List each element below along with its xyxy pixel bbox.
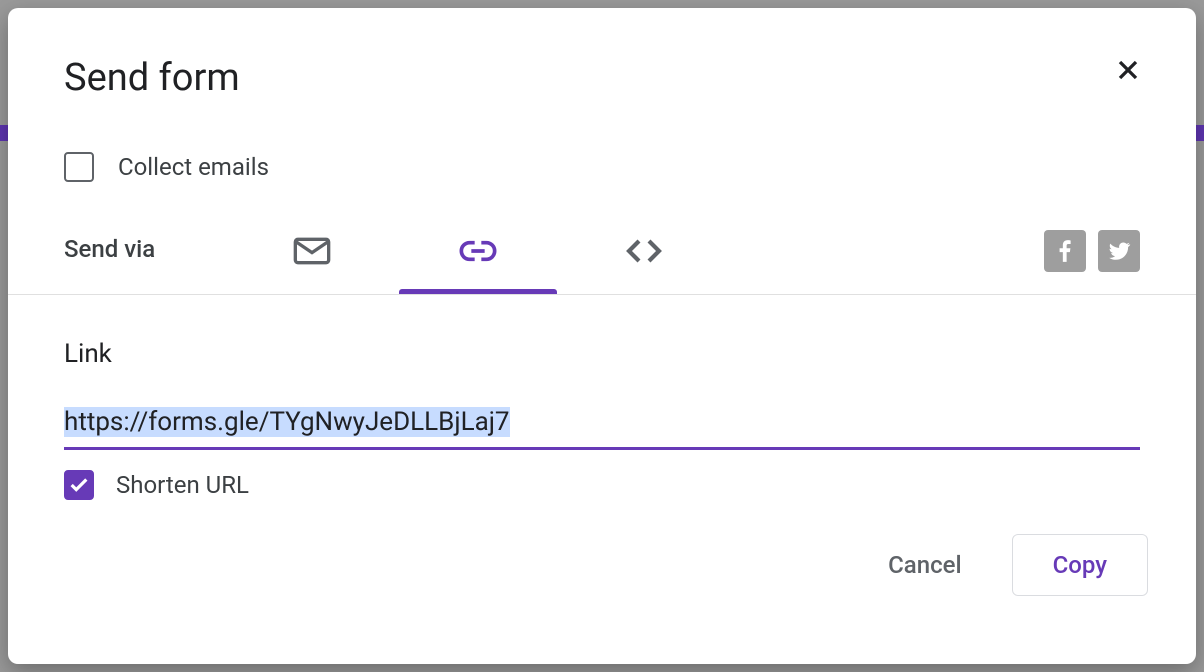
collect-emails-checkbox[interactable]: [64, 152, 94, 182]
shorten-url-label: Shorten URL: [116, 471, 249, 499]
cancel-button[interactable]: Cancel: [872, 539, 977, 591]
twitter-icon: [1106, 238, 1132, 264]
facebook-icon: [1052, 238, 1078, 264]
dialog-footer: Cancel Copy: [8, 500, 1196, 630]
send-via-tabs: [229, 231, 727, 293]
checkmark-icon: [68, 474, 90, 496]
dialog-header: Send form: [8, 8, 1196, 100]
tab-link[interactable]: [395, 231, 561, 293]
link-icon: [458, 231, 498, 271]
code-icon: [624, 231, 664, 271]
shorten-url-checkbox[interactable]: [64, 470, 94, 500]
tab-embed[interactable]: [561, 231, 727, 293]
email-icon: [292, 231, 332, 271]
shorten-url-row: Shorten URL: [64, 470, 1140, 500]
twitter-share-button[interactable]: [1098, 230, 1140, 272]
send-via-row: Send via: [8, 182, 1196, 295]
copy-button[interactable]: Copy: [1012, 534, 1148, 596]
collect-emails-row: Collect emails: [8, 100, 1196, 182]
close-icon: [1112, 54, 1144, 86]
url-input[interactable]: https://forms.gle/TYgNwyJeDLLBjLaj7: [64, 407, 1140, 450]
tab-email[interactable]: [229, 231, 395, 293]
link-heading: Link: [64, 339, 1140, 369]
social-share: [1044, 230, 1140, 294]
send-via-label: Send via: [64, 235, 229, 289]
collect-emails-label: Collect emails: [118, 153, 269, 181]
send-form-dialog: Send form Collect emails Send via: [8, 8, 1196, 664]
url-value: https://forms.gle/TYgNwyJeDLLBjLaj7: [64, 407, 510, 437]
close-button[interactable]: [1108, 50, 1148, 93]
facebook-share-button[interactable]: [1044, 230, 1086, 272]
link-panel: Link https://forms.gle/TYgNwyJeDLLBjLaj7…: [8, 295, 1196, 500]
dialog-title: Send form: [64, 56, 240, 100]
